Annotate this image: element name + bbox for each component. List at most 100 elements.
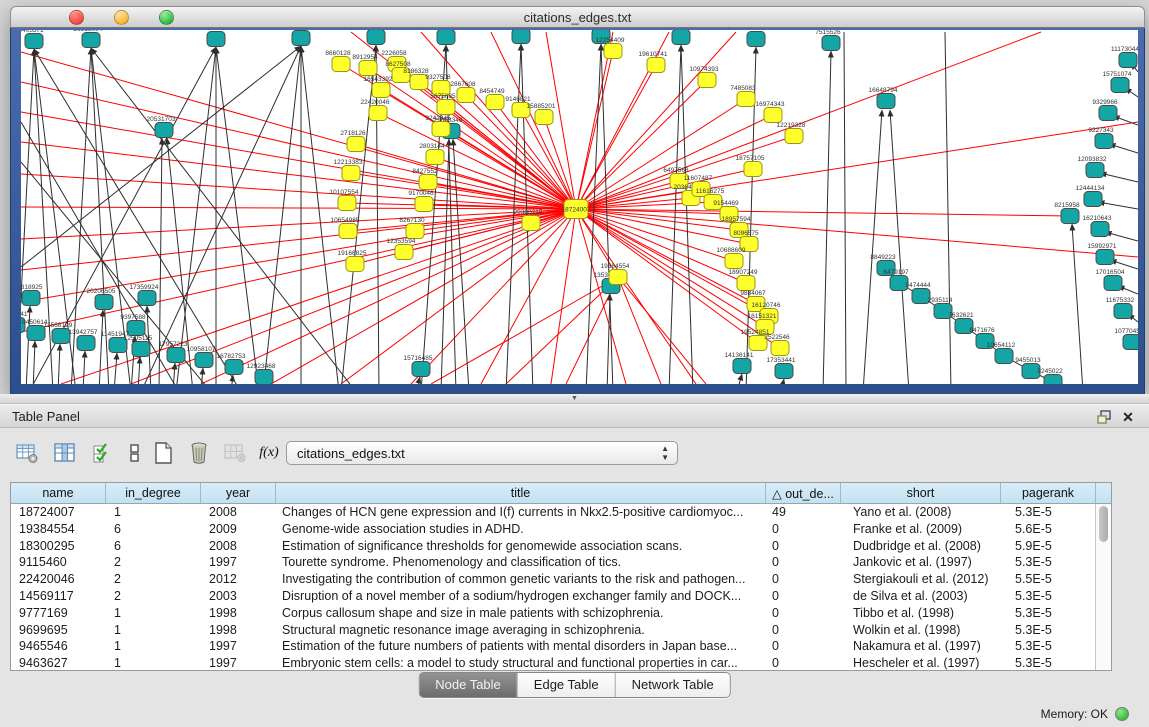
graph-node[interactable]	[486, 95, 504, 110]
table-row[interactable]: 946362711997Embryonic stem cells: a mode…	[11, 655, 1111, 671]
graph-node[interactable]	[338, 196, 356, 211]
graph-node[interactable]	[332, 57, 350, 72]
network-graph[interactable]: 9405571265130043069140618813014194597141…	[21, 30, 1138, 384]
tab-node-table[interactable]: Node Table	[419, 673, 518, 697]
table-select-dropdown[interactable]: citations_edges.txt ▲▼	[286, 441, 678, 465]
table-row[interactable]: 1872400712008Changes of HCN gene express…	[11, 504, 1111, 521]
attribute-table[interactable]: namein_degreeyeartitle△ out_de...shortpa…	[10, 482, 1112, 671]
graph-node[interactable]	[1044, 375, 1062, 385]
table-row[interactable]: 1830029562008Estimation of significance …	[11, 538, 1111, 555]
graph-node[interactable]	[737, 276, 755, 291]
graph-node[interactable]	[127, 321, 145, 336]
graph-node[interactable]	[25, 34, 43, 49]
graph-node[interactable]	[512, 30, 530, 44]
graph-node[interactable]	[82, 33, 100, 48]
graph-node[interactable]	[255, 370, 273, 385]
graph-node[interactable]	[822, 36, 840, 51]
network-canvas[interactable]: 9405571265130043069140618813014194597141…	[21, 30, 1138, 384]
graph-node[interactable]	[346, 257, 364, 272]
table-row[interactable]: 977716911998Corpus callosum shape and si…	[11, 605, 1111, 622]
graph-node[interactable]	[457, 88, 475, 103]
graph-node[interactable]	[437, 30, 455, 45]
graph-node[interactable]	[426, 150, 444, 165]
graph-node[interactable]	[369, 106, 387, 121]
graph-node[interactable]	[52, 329, 70, 344]
graph-node[interactable]	[1123, 335, 1138, 350]
tab-network-table[interactable]: Network Table	[616, 673, 730, 697]
graph-node[interactable]	[785, 129, 803, 144]
graph-node[interactable]	[167, 348, 185, 363]
row-height-button[interactable]	[122, 440, 148, 466]
graph-node[interactable]	[1096, 250, 1114, 265]
panel-divider[interactable]: ▼	[0, 394, 1149, 404]
column-header-title[interactable]: title	[276, 483, 766, 503]
graph-node[interactable]	[27, 326, 45, 341]
graph-node[interactable]	[647, 58, 665, 73]
graph-node[interactable]	[995, 349, 1013, 364]
graph-node[interactable]	[764, 108, 782, 123]
column-header-in_degree[interactable]: in_degree	[106, 483, 201, 503]
graph-node[interactable]	[412, 362, 430, 377]
tab-edge-table[interactable]: Edge Table	[518, 673, 616, 697]
column-header-out_degree[interactable]: △ out_de...	[766, 483, 841, 503]
graph-node[interactable]	[672, 30, 690, 45]
graph-node[interactable]	[419, 175, 437, 190]
graph-node[interactable]	[22, 291, 40, 306]
graph-node[interactable]	[406, 224, 424, 239]
column-header-name[interactable]: name	[11, 483, 106, 503]
graph-node[interactable]	[195, 353, 213, 368]
graph-node[interactable]	[415, 197, 433, 212]
graph-node[interactable]	[747, 32, 765, 47]
graph-node[interactable]	[95, 295, 113, 310]
graph-node[interactable]	[609, 270, 627, 285]
graph-node[interactable]	[77, 336, 95, 351]
table-row[interactable]: 969969511998Structural magnetic resonanc…	[11, 622, 1111, 639]
table-options-button[interactable]	[14, 440, 40, 466]
table-row[interactable]: 1938455462009Genome-wide association stu…	[11, 521, 1111, 538]
graph-node[interactable]	[155, 123, 173, 138]
float-panel-icon[interactable]	[1095, 408, 1113, 426]
graph-node[interactable]	[1111, 78, 1129, 93]
graph-node[interactable]	[771, 341, 789, 356]
graph-node[interactable]	[775, 364, 793, 379]
graph-node[interactable]	[1099, 106, 1117, 121]
graph-node[interactable]	[522, 216, 540, 231]
graph-node[interactable]	[342, 166, 360, 181]
graph-node[interactable]	[1104, 276, 1122, 291]
graph-node[interactable]	[733, 359, 751, 374]
graph-node[interactable]	[132, 342, 150, 357]
graph-node[interactable]	[1086, 163, 1104, 178]
graph-node[interactable]	[1091, 222, 1109, 237]
create-table-button[interactable]	[150, 440, 176, 466]
graph-node[interactable]	[737, 92, 755, 107]
graph-node[interactable]	[347, 137, 365, 152]
graph-node[interactable]	[372, 83, 390, 98]
column-header-pagerank[interactable]: pagerank	[1001, 483, 1096, 503]
graph-node[interactable]	[367, 30, 385, 45]
graph-node[interactable]	[1061, 209, 1079, 224]
table-row[interactable]: 911546021997Tourette syndrome. Phenomeno…	[11, 554, 1111, 571]
graph-node[interactable]	[725, 254, 743, 269]
table-scrollbar-thumb[interactable]	[1099, 506, 1108, 542]
graph-node[interactable]	[292, 31, 310, 46]
graph-node[interactable]	[395, 245, 413, 260]
graph-node[interactable]	[225, 360, 243, 375]
function-builder-button[interactable]: f(x)	[256, 440, 282, 466]
graph-node[interactable]	[207, 32, 225, 47]
graph-node[interactable]	[437, 100, 455, 115]
graph-node[interactable]	[1084, 192, 1102, 207]
graph-node[interactable]	[339, 224, 357, 239]
column-header-year[interactable]: year	[201, 483, 276, 503]
show-hide-columns-button[interactable]	[52, 440, 78, 466]
divider-handle-icon[interactable]: ▼	[0, 394, 1149, 403]
graph-node[interactable]	[359, 61, 377, 76]
table-row[interactable]: 946554611997Estimation of the future num…	[11, 638, 1111, 655]
graph-node[interactable]	[1095, 134, 1113, 149]
table-row[interactable]: 1456911722003Disruption of a novel membe…	[11, 588, 1111, 605]
close-panel-icon[interactable]: ✕	[1119, 408, 1137, 426]
graph-node[interactable]	[877, 94, 895, 109]
delete-table-button[interactable]	[186, 440, 212, 466]
graph-node[interactable]	[698, 73, 716, 88]
select-all-rows-button[interactable]	[90, 440, 116, 466]
graph-node[interactable]	[1114, 304, 1132, 319]
